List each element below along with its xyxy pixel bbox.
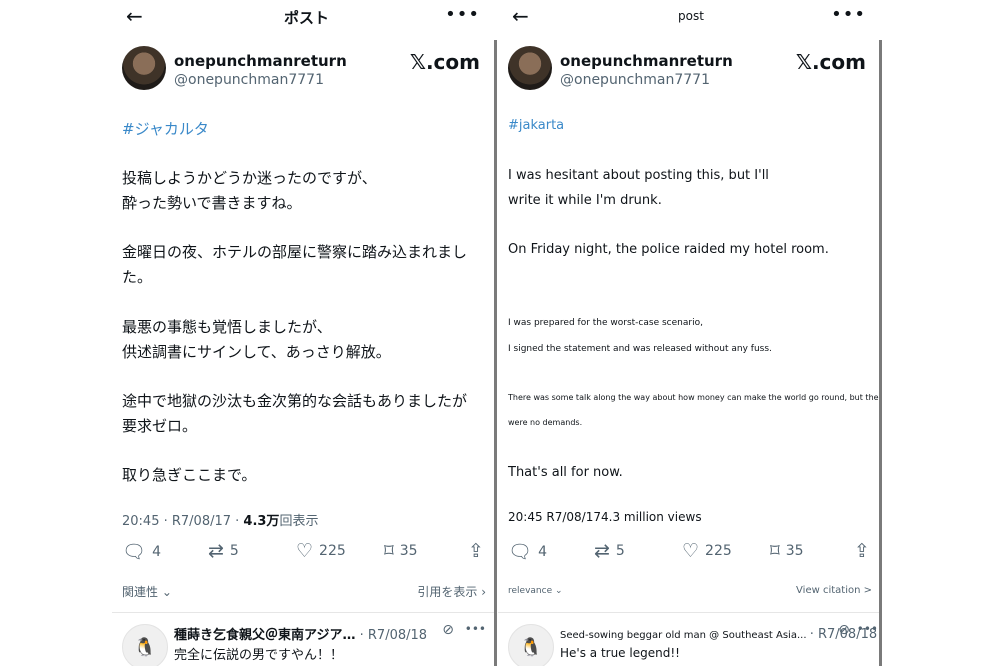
avatar[interactable] — [122, 46, 166, 90]
view-quotes-label: 引用を表示 — [417, 585, 478, 599]
panel-border — [879, 40, 882, 666]
repost-count: 5 — [615, 543, 625, 559]
share-button[interactable]: ⇪ — [854, 540, 870, 562]
user-handle[interactable]: @onepunchman7771 — [560, 72, 710, 88]
panel-divider — [494, 40, 497, 666]
more-icon[interactable]: ••• — [831, 4, 866, 25]
bookmark-button[interactable]: ⌑ 35 — [770, 540, 804, 562]
post-text-line: 途中で地獄の沙汰も金次第的な会話もありましたが — [122, 392, 468, 410]
more-icon[interactable]: ••• — [445, 4, 480, 25]
post-text-line: 酔った勢いで書きますね。 — [122, 194, 302, 212]
like-icon: ♡ — [296, 540, 314, 562]
penguin-icon[interactable]: 🐧 — [508, 624, 554, 666]
post-text-line: On Friday night, the police raided my ho… — [508, 242, 829, 257]
repost-button[interactable]: ⇄ 5 — [594, 540, 625, 562]
post-text-line: That's all for now. — [508, 465, 623, 480]
reply-icon: 🗨 — [508, 541, 533, 563]
post-text-line: write it while I'm drunk. — [508, 193, 662, 208]
like-count: 225 — [705, 543, 732, 559]
post-text-line: 取り急ぎここまで。 — [122, 466, 257, 484]
reply-count: 4 — [538, 543, 548, 560]
post-text-line: There was some talk along the way about … — [508, 393, 880, 402]
like-button[interactable]: ♡ 225 — [682, 540, 732, 562]
more-icon[interactable]: ••• — [857, 622, 878, 636]
sort-dropdown[interactable]: 関連性 ⌄ — [122, 583, 172, 600]
view-label: 回表示 — [279, 514, 319, 529]
bookmark-count: 35 — [399, 543, 418, 559]
post-text-line: were no demands. — [508, 418, 583, 427]
share-icon: ⇪ — [468, 540, 484, 562]
reply-author-name: Seed-sowing beggar old man @ Southeast A… — [560, 630, 807, 641]
repost-icon: ⇄ — [594, 540, 610, 562]
sort-dropdown[interactable]: relevance ⌄ — [508, 586, 563, 596]
post-text-line: I was prepared for the worst-case scenar… — [508, 318, 703, 328]
share-button[interactable]: ⇪ — [468, 540, 484, 562]
repost-icon: ⇄ — [208, 540, 224, 562]
like-icon: ♡ — [682, 540, 700, 562]
page-title: post — [678, 9, 704, 23]
site-logo: 𝕏.com — [795, 50, 866, 74]
post-panel-english: ← post ••• onepunchmanreturn @onepunchma… — [498, 0, 880, 666]
like-count: 225 — [319, 543, 346, 559]
view-quotes-link[interactable]: 引用を表示 › — [417, 583, 486, 600]
reply-icon: 🗨 — [122, 541, 147, 563]
chevron-down-icon: ⌄ — [161, 585, 172, 599]
post-timestamp: 20:45 · R7/08/17 · — [122, 514, 244, 529]
display-name[interactable]: onepunchmanreturn — [174, 52, 347, 70]
penguin-icon[interactable]: 🐧 — [122, 624, 168, 666]
view-quotes-link[interactable]: View citation > — [796, 585, 872, 596]
bookmark-button[interactable]: ⌑ 35 — [384, 540, 418, 562]
post-text-line: I was hesitant about posting this, but I… — [508, 168, 769, 183]
reply-button[interactable]: 🗨 4 — [122, 540, 161, 563]
page-title: ポスト — [284, 9, 330, 27]
site-logo: 𝕏.com — [409, 50, 480, 74]
post-text-line: 最悪の事態も覚悟しましたが、 — [122, 318, 332, 336]
chevron-right-icon: › — [481, 585, 486, 599]
back-arrow-icon[interactable]: ← — [126, 4, 143, 28]
bookmark-icon: ⌑ — [384, 540, 394, 562]
reply-text: He's a true legend!! — [560, 646, 680, 660]
repost-count: 5 — [229, 543, 239, 559]
post-text-line: た。 — [122, 268, 153, 286]
sort-label: 関連性 — [122, 585, 159, 599]
repost-button[interactable]: ⇄ 5 — [208, 540, 239, 562]
reply-author[interactable]: Seed-sowing beggar old man @ Southeast A… — [560, 627, 877, 642]
avatar[interactable] — [508, 46, 552, 90]
post-meta: 20:45 · R7/08/17 · 4.3万回表示 — [122, 510, 318, 529]
grok-icon[interactable]: ⊘ — [442, 622, 454, 638]
post-text-line: 投稿しようかどうか迷ったのですが、 — [122, 169, 377, 187]
reply-date: · R7/08/18 — [359, 628, 428, 643]
post-text-line: 供述調書にサインして、あっさり解放。 — [122, 343, 391, 361]
divider — [498, 612, 880, 613]
more-icon[interactable]: ••• — [465, 622, 486, 636]
post-panel-japanese: ← ポスト ••• onepunchmanreturn @onepunchman… — [112, 0, 494, 666]
reply-button[interactable]: 🗨 4 — [508, 540, 547, 563]
user-handle[interactable]: @onepunchman7771 — [174, 72, 324, 88]
grok-icon[interactable]: ⊘ — [838, 622, 850, 638]
chevron-down-icon: ⌄ — [554, 586, 563, 596]
reply-count: 4 — [152, 543, 162, 560]
hashtag-link[interactable]: #ジャカルタ — [122, 118, 209, 139]
reply-text: 完全に伝説の男ですやん！！ — [174, 648, 344, 663]
sort-label: relevance — [508, 586, 553, 596]
bookmark-count: 35 — [785, 543, 804, 559]
display-name[interactable]: onepunchmanreturn — [560, 52, 733, 70]
hashtag-link[interactable]: #jakarta — [508, 118, 564, 133]
post-text-line: 金曜日の夜、ホテルの部屋に警察に踏み込まれまし — [122, 243, 468, 261]
reply-author-name: 種蒔き乞食親父＠東南アジア… — [174, 628, 356, 643]
like-button[interactable]: ♡ 225 — [296, 540, 346, 562]
post-text-line: 要求ゼロ。 — [122, 417, 198, 435]
post-meta: 20:45 R7/08/174.3 million views — [508, 510, 702, 524]
view-count: 4.3万 — [243, 514, 280, 529]
post-text-line: I signed the statement and was released … — [508, 344, 772, 354]
divider — [112, 612, 494, 613]
bookmark-icon: ⌑ — [770, 540, 780, 562]
share-icon: ⇪ — [854, 540, 870, 562]
reply-author[interactable]: 種蒔き乞食親父＠東南アジア… · R7/08/18 — [174, 624, 427, 643]
back-arrow-icon[interactable]: ← — [512, 4, 529, 28]
